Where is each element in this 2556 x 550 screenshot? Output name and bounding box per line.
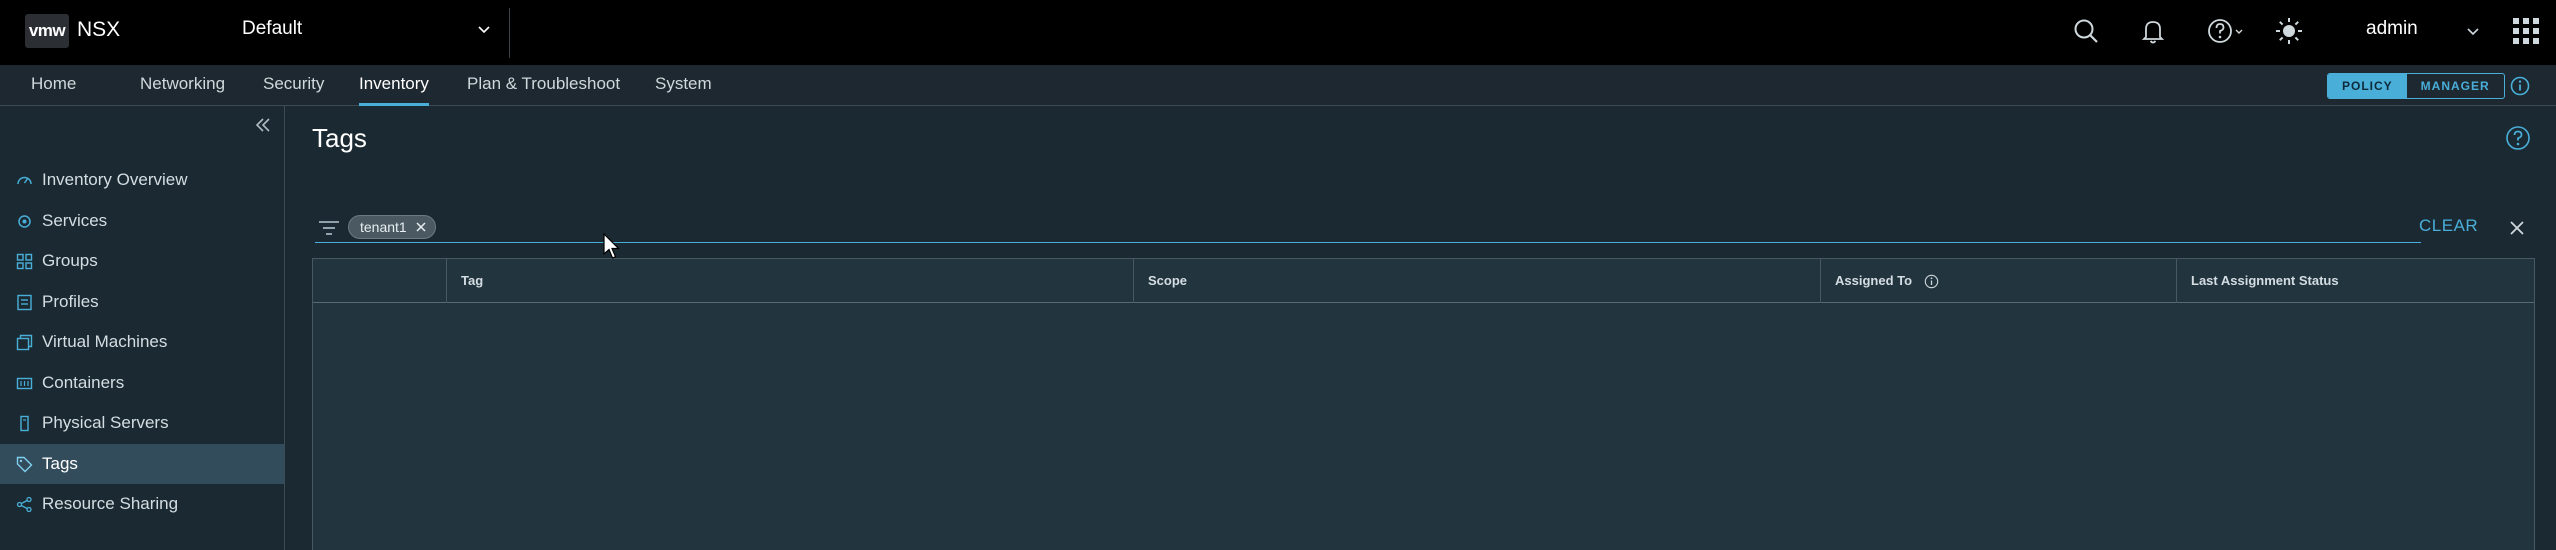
chevron-down-icon[interactable] <box>2466 24 2480 38</box>
header-divider <box>509 8 510 58</box>
sidebar-item-label: Tags <box>42 454 78 473</box>
filter-bar[interactable]: tenant1 <box>315 213 2421 243</box>
tab-plan-troubleshoot[interactable]: Plan & Troubleshoot <box>467 65 620 106</box>
sidebar-item-services[interactable]: Services <box>0 201 284 241</box>
sidebar-item-resource-sharing[interactable]: Resource Sharing <box>0 484 284 524</box>
groups-icon <box>16 253 33 270</box>
filter-icon[interactable] <box>318 219 340 237</box>
select-column-header <box>313 259 446 303</box>
sidebar-item-label: Groups <box>42 251 98 270</box>
share-icon <box>16 496 32 513</box>
sidebar-item-containers[interactable]: Containers <box>0 363 284 403</box>
vm-icon <box>16 334 33 351</box>
sidebar-item-virtual-machines[interactable]: Virtual Machines <box>0 322 284 362</box>
datagrid-header: Tag Scope Assigned To Last Assignment St… <box>313 259 2534 303</box>
collapse-sidebar-icon[interactable] <box>252 114 274 136</box>
sidebar-item-label: Inventory Overview <box>42 170 188 189</box>
column-header-scope[interactable]: Scope <box>1133 259 1820 303</box>
server-icon <box>20 415 29 432</box>
help-menu-icon[interactable] <box>2203 14 2247 48</box>
vmware-logo: vmw <box>25 14 69 48</box>
chevron-down-icon <box>478 26 490 34</box>
sidebar-item-label: Containers <box>42 373 125 392</box>
sidebar-item-label: Profiles <box>42 292 99 311</box>
profile-icon <box>17 294 32 311</box>
services-icon <box>18 215 31 228</box>
column-header-last-assignment-status[interactable]: Last Assignment Status <box>2176 259 2534 303</box>
notification-bell-icon[interactable] <box>2136 14 2170 48</box>
column-header-assigned-to[interactable]: Assigned To <box>1820 259 2176 303</box>
tab-networking[interactable]: Networking <box>140 65 225 106</box>
sidebar-item-groups[interactable]: Groups <box>0 241 284 281</box>
manager-mode-button[interactable]: MANAGER <box>2407 74 2504 98</box>
sidebar-item-inventory-overview[interactable]: Inventory Overview <box>0 160 284 200</box>
tags-datagrid: Tag Scope Assigned To Last Assignment St… <box>312 258 2535 550</box>
page-title: Tags <box>312 123 367 153</box>
user-menu[interactable]: admin <box>2366 18 2418 40</box>
sidebar-item-tags[interactable]: Tags <box>0 444 284 484</box>
column-header-label: Assigned To <box>1835 273 1913 288</box>
project-selector-label: Default <box>242 18 303 39</box>
search-icon[interactable] <box>2069 14 2103 48</box>
sidebar-item-label: Resource Sharing <box>42 494 179 513</box>
sidebar-item-label: Physical Servers <box>42 413 169 432</box>
info-icon[interactable] <box>2509 75 2531 97</box>
dashboard-icon <box>17 176 32 185</box>
filter-chip-label: tenant1 <box>360 219 407 235</box>
sidebar: Inventory Overview Services Groups Profi… <box>0 106 285 550</box>
theme-sun-icon[interactable] <box>2272 14 2306 48</box>
tag-icon <box>16 456 33 473</box>
sidebar-item-profiles[interactable]: Profiles <box>0 282 284 322</box>
tab-system[interactable]: System <box>655 65 712 106</box>
main-navbar: Home Networking Security Inventory Plan … <box>0 65 2556 106</box>
sidebar-item-physical-servers[interactable]: Physical Servers <box>0 403 284 443</box>
tab-inventory[interactable]: Inventory <box>359 65 429 106</box>
app-name: NSX <box>77 18 121 41</box>
sidebar-item-label: Virtual Machines <box>42 332 168 351</box>
mouse-cursor-icon <box>603 233 620 259</box>
tab-home[interactable]: Home <box>31 65 76 106</box>
info-icon[interactable] <box>1924 274 1939 289</box>
filter-chip[interactable]: tenant1 <box>348 215 436 239</box>
tab-security[interactable]: Security <box>263 65 324 106</box>
help-icon[interactable] <box>2505 125 2531 151</box>
close-icon[interactable] <box>2508 219 2526 237</box>
policy-manager-toggle: POLICY MANAGER <box>2327 73 2505 99</box>
sidebar-item-label: Services <box>42 211 108 230</box>
clear-filter-button[interactable]: CLEAR <box>2419 216 2478 236</box>
top-header: vmw NSX Default admin <box>0 0 2556 65</box>
column-header-tag[interactable]: Tag <box>446 259 1133 303</box>
policy-mode-button[interactable]: POLICY <box>2328 74 2407 98</box>
project-selector[interactable]: Default <box>242 18 497 48</box>
container-icon <box>16 377 33 390</box>
remove-filter-icon[interactable] <box>415 221 427 233</box>
app-launcher-grid-icon[interactable] <box>2509 14 2543 48</box>
